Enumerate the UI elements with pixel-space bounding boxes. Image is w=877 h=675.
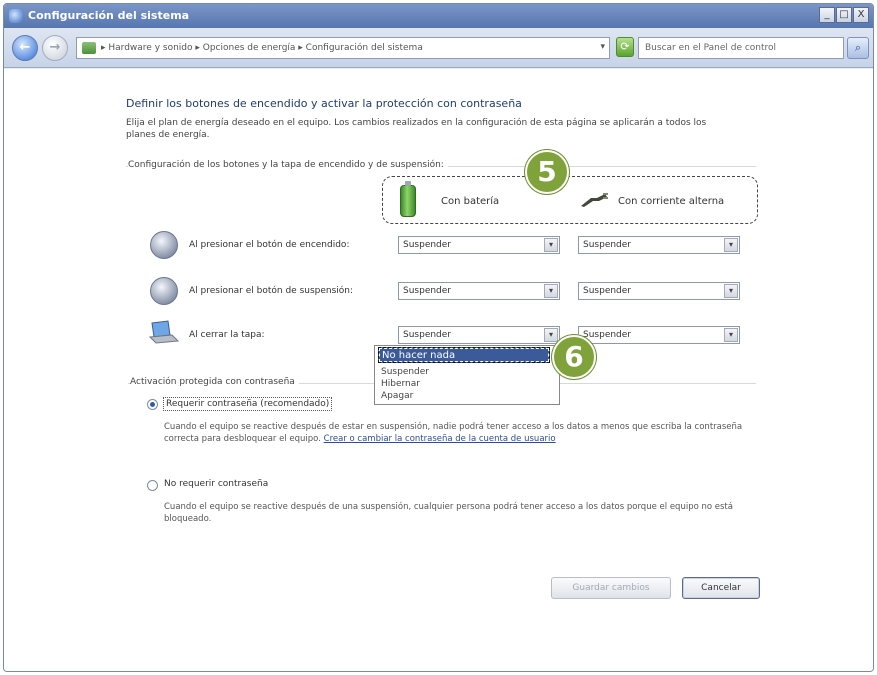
cancel-button[interactable]: Cancelar bbox=[682, 577, 760, 599]
power-button-icon bbox=[150, 231, 178, 259]
chevron-down-icon[interactable]: ▾ bbox=[544, 284, 558, 298]
window-title: Configuración del sistema bbox=[28, 9, 190, 22]
power-battery-select[interactable]: Suspender ▾ bbox=[398, 236, 560, 254]
control-panel-icon bbox=[9, 9, 23, 23]
search-input[interactable]: Buscar en el Panel de control bbox=[638, 37, 844, 59]
breadcrumb[interactable]: ▸ Hardware y sonido ▸ Opciones de energí… bbox=[101, 43, 423, 53]
no-password-radio[interactable] bbox=[147, 480, 158, 491]
power-plugged-select[interactable]: Suspender ▾ bbox=[578, 236, 740, 254]
dropdown-option-shutdown[interactable]: Apagar bbox=[381, 391, 413, 401]
column-battery: Con batería bbox=[441, 196, 500, 207]
no-password-desc: Cuando el equipo se reactive después de … bbox=[164, 502, 733, 524]
row-label-power: Al presionar el botón de encendido: bbox=[189, 240, 350, 250]
search-placeholder: Buscar en el Panel de control bbox=[645, 43, 777, 53]
row-label-lid: Al cerrar la tapa: bbox=[189, 330, 265, 340]
back-button[interactable]: ← bbox=[12, 35, 38, 61]
no-password-label[interactable]: No requerir contraseña bbox=[164, 479, 268, 489]
save-button[interactable]: Guardar cambios bbox=[551, 577, 671, 599]
lid-plugged-select[interactable]: Suspender ▾ bbox=[578, 326, 740, 344]
chevron-down-icon[interactable]: ▾ bbox=[724, 238, 738, 252]
chevron-down-icon[interactable]: ▾ bbox=[724, 328, 738, 342]
main-content: Definir los botones de encendido y activ… bbox=[4, 69, 873, 671]
change-password-link[interactable]: Crear o cambiar la contraseña de la cuen… bbox=[324, 434, 556, 444]
title-bar[interactable]: Configuración del sistema _ □ X bbox=[4, 4, 873, 28]
window: Configuración del sistema _ □ X ← → ▸ Ha… bbox=[3, 3, 874, 672]
callout-5: 5 bbox=[525, 150, 569, 194]
sleep-plugged-select[interactable]: Suspender ▾ bbox=[578, 282, 740, 300]
control-panel-icon bbox=[82, 42, 96, 54]
dropdown-option-do-nothing[interactable]: No hacer nada bbox=[378, 347, 550, 363]
forward-button[interactable]: → bbox=[42, 35, 68, 61]
window-controls: _ □ X bbox=[819, 7, 869, 23]
address-field[interactable]: ▸ Hardware y sonido ▸ Opciones de energí… bbox=[76, 37, 610, 59]
chevron-down-icon[interactable]: ▾ bbox=[544, 238, 558, 252]
sleep-battery-select[interactable]: Suspender ▾ bbox=[398, 282, 560, 300]
require-password-radio[interactable] bbox=[147, 399, 158, 410]
plug-icon bbox=[581, 193, 608, 207]
close-button[interactable]: X bbox=[853, 7, 869, 23]
intro-text: Elija el plan de energía deseado en el e… bbox=[126, 118, 707, 140]
sleep-button-icon bbox=[150, 277, 178, 305]
buttons-group-label: Configuración de los botones y la tapa d… bbox=[128, 160, 448, 170]
address-dropdown-icon[interactable]: ▾ bbox=[600, 42, 605, 52]
battery-icon bbox=[400, 181, 416, 217]
column-plugged: Con corriente alterna bbox=[618, 196, 725, 207]
refresh-button[interactable]: ⟳ bbox=[616, 37, 634, 57]
minimize-button[interactable]: _ bbox=[819, 7, 835, 23]
maximize-button[interactable]: □ bbox=[836, 7, 852, 23]
laptop-lid-icon bbox=[148, 320, 180, 344]
dropdown-option-suspend[interactable]: Suspender bbox=[381, 367, 429, 377]
search-button[interactable]: ⌕ bbox=[847, 37, 869, 59]
chevron-down-icon[interactable]: ▾ bbox=[544, 328, 558, 342]
page-title: Definir los botones de encendido y activ… bbox=[126, 97, 522, 110]
password-group-label: Activación protegida con contraseña bbox=[130, 377, 299, 387]
require-password-desc: Cuando el equipo se reactive después de … bbox=[164, 422, 743, 444]
dropdown-option-hibernate[interactable]: Hibernar bbox=[381, 379, 420, 389]
require-password-label[interactable]: Requerir contraseña (recomendado) bbox=[163, 397, 333, 411]
address-toolbar: ← → ▸ Hardware y sonido ▸ Opciones de en… bbox=[4, 28, 873, 68]
lid-battery-select[interactable]: Suspender ▾ bbox=[398, 326, 560, 344]
chevron-down-icon[interactable]: ▾ bbox=[724, 284, 738, 298]
row-label-sleep: Al presionar el botón de suspensión: bbox=[189, 286, 354, 296]
callout-6: 6 bbox=[552, 335, 596, 379]
